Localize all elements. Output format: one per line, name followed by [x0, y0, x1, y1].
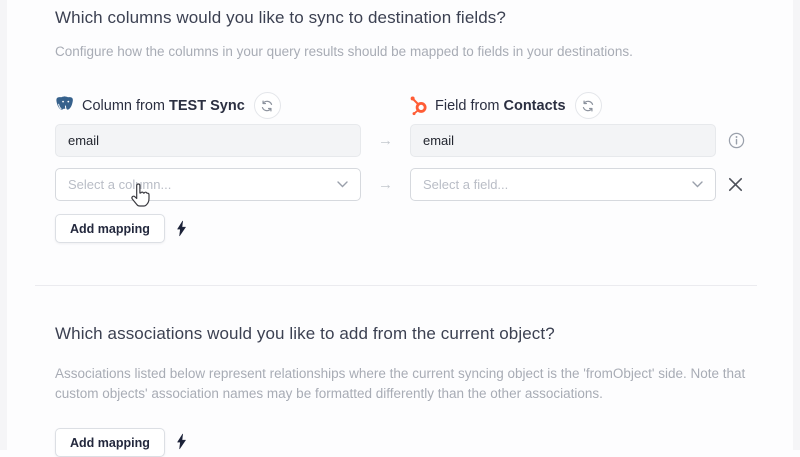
source-header-label: Column from TEST Sync: [82, 98, 245, 114]
add-association-mapping-button[interactable]: Add mapping: [55, 428, 165, 457]
postgresql-icon: [55, 95, 76, 116]
associations-section-description: Associations listed below represent rela…: [55, 364, 760, 404]
hubspot-icon: [408, 95, 429, 116]
chevron-down-icon: [337, 181, 348, 188]
destination-name: Contacts: [504, 98, 566, 114]
destination-select-placeholder: Select a field...: [423, 177, 508, 192]
add-mapping-button[interactable]: Add mapping: [55, 214, 165, 243]
page-right-gutter: [793, 0, 800, 450]
section-divider: [35, 285, 757, 286]
destination-header-label: Field from Contacts: [435, 98, 566, 114]
destination-field-select[interactable]: Select a field...: [410, 168, 716, 201]
associations-section-title: Which associations would you like to add…: [55, 324, 555, 344]
source-column-header: Column from TEST Sync: [55, 92, 281, 119]
destination-field-header: Field from Contacts: [408, 92, 602, 119]
lightning-bolt-icon[interactable]: [176, 220, 187, 237]
refresh-icon: [581, 99, 595, 113]
refresh-destination-fields-button[interactable]: [575, 92, 602, 119]
arrow-right-icon: →: [361, 124, 410, 157]
destination-field-input[interactable]: email: [410, 124, 716, 157]
source-column-input[interactable]: email: [55, 124, 361, 157]
columns-section-description: Configure how the columns in your query …: [55, 42, 760, 62]
close-icon: [727, 176, 744, 193]
arrow-right-icon: →: [361, 168, 410, 201]
chevron-down-icon: [692, 181, 703, 188]
remove-mapping-button[interactable]: [727, 176, 744, 193]
source-column-select[interactable]: Select a column...: [55, 168, 361, 201]
lightning-bolt-icon[interactable]: [176, 433, 187, 450]
refresh-source-columns-button[interactable]: [254, 92, 281, 119]
source-name: TEST Sync: [169, 98, 245, 114]
refresh-icon: [260, 99, 274, 113]
columns-section-title: Which columns would you like to sync to …: [55, 8, 506, 28]
source-select-placeholder: Select a column...: [68, 177, 171, 192]
info-icon[interactable]: [728, 132, 745, 149]
page-left-gutter: [0, 0, 7, 450]
